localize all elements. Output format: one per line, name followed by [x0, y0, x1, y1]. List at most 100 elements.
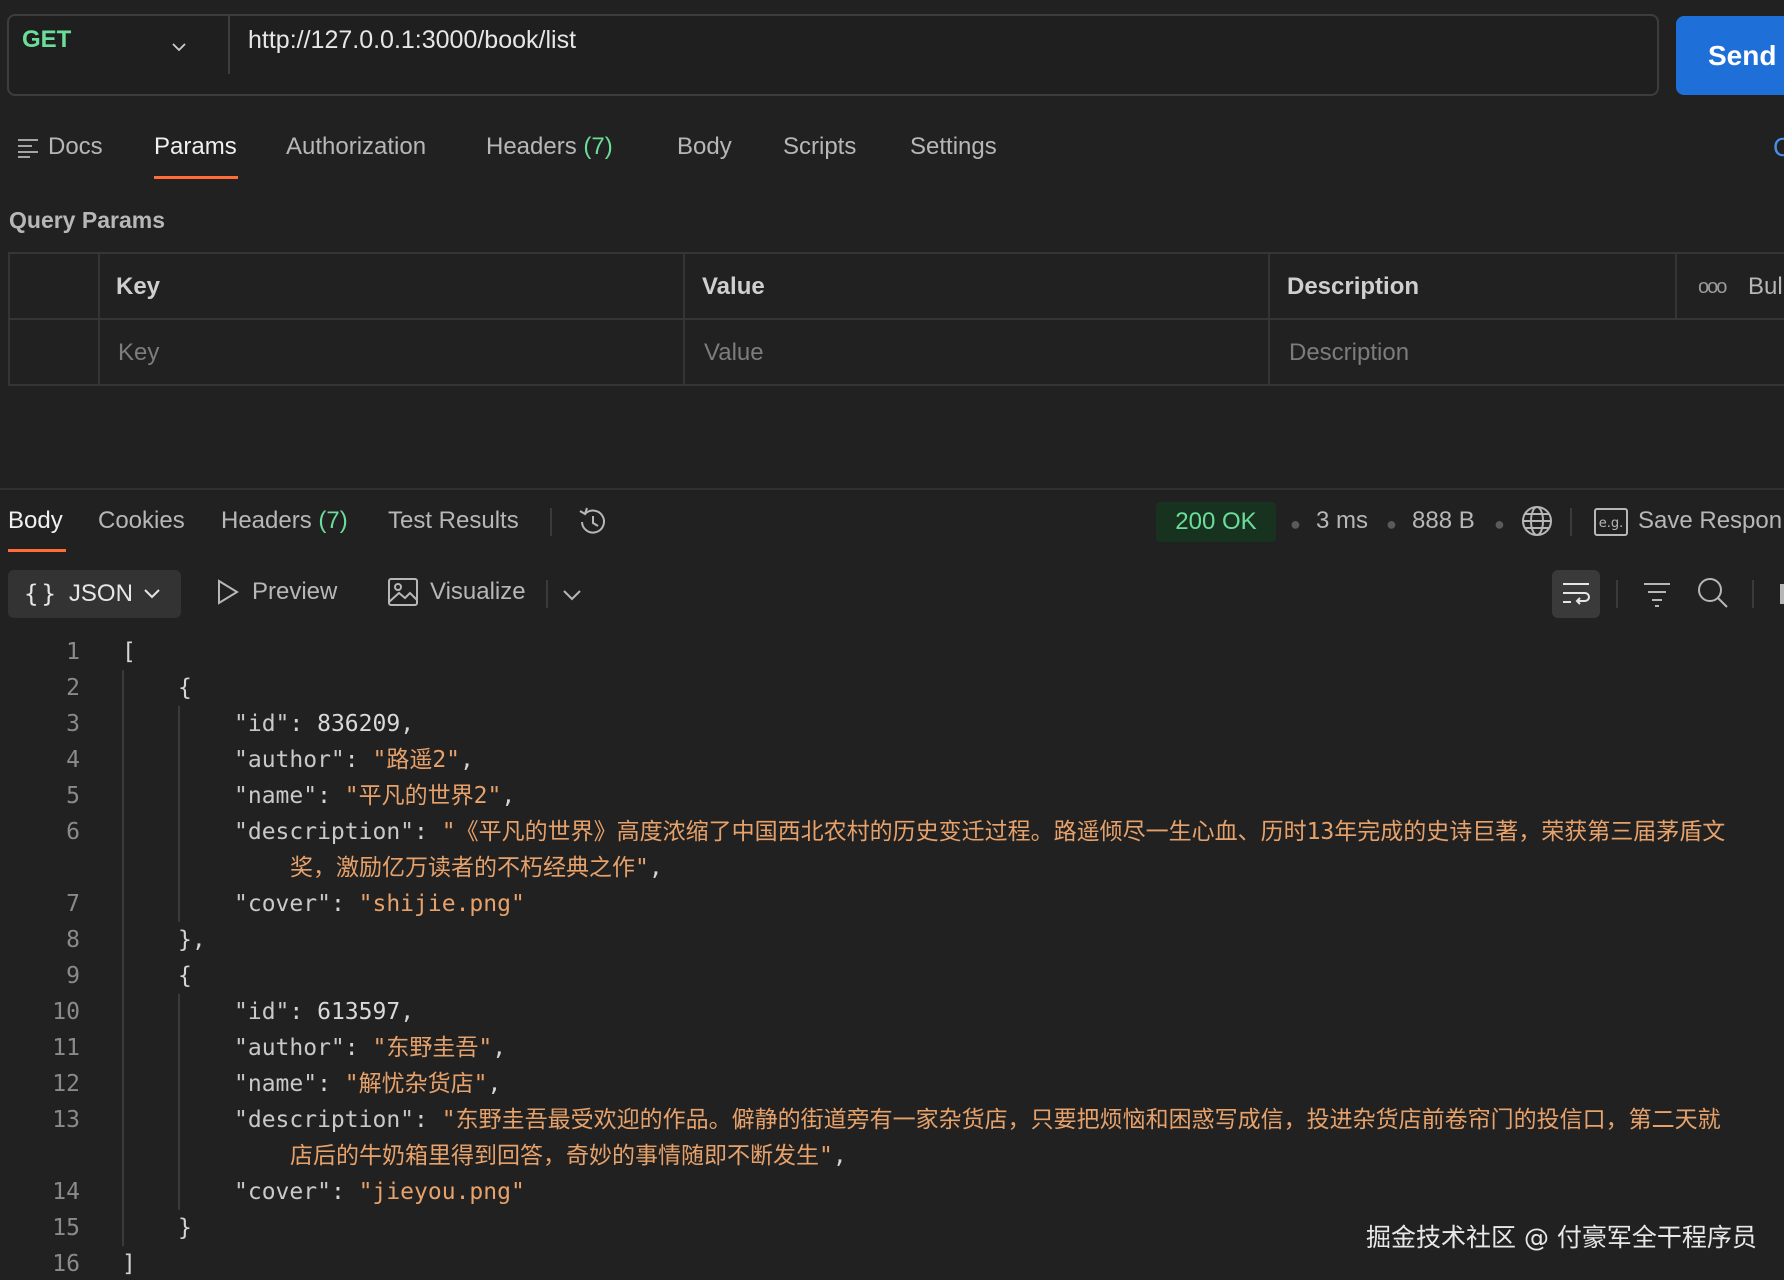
- filter-icon[interactable]: [1642, 580, 1672, 608]
- search-icon[interactable]: [1696, 576, 1730, 610]
- status-badge[interactable]: 200 OK: [1156, 502, 1276, 542]
- json-key: "id": [234, 711, 290, 737]
- send-button[interactable]: Send: [1676, 16, 1784, 95]
- code-text: "cover": "shijie.png": [234, 886, 525, 922]
- json-punctuation: :: [414, 819, 442, 845]
- response-tab-cookies[interactable]: Cookies: [98, 507, 185, 535]
- send-label: Send: [1708, 39, 1777, 71]
- line-number: 3: [66, 711, 80, 737]
- code-text: 店后的牛奶箱里得到回答，奇妙的事情随即不断发生",: [290, 1138, 847, 1174]
- wrap-lines-button[interactable]: [1552, 570, 1600, 618]
- response-headers-count: (7): [318, 507, 348, 534]
- code-text: {: [178, 958, 192, 994]
- tab-headers[interactable]: Headers (7): [486, 133, 613, 161]
- response-size[interactable]: 888 B: [1412, 507, 1475, 535]
- tab-body[interactable]: Body: [677, 133, 732, 161]
- more-options-icon[interactable]: ooo: [1698, 276, 1727, 299]
- code-text: },: [178, 922, 206, 958]
- active-tab-indicator: [8, 549, 66, 552]
- json-key: "author": [234, 747, 345, 773]
- line-number: 4: [66, 747, 80, 773]
- method-select[interactable]: GET: [22, 26, 71, 54]
- pane-divider[interactable]: [0, 488, 1784, 490]
- json-punctuation: {: [178, 675, 192, 701]
- tab-params[interactable]: Params: [154, 133, 237, 161]
- json-punctuation: ,: [460, 747, 474, 773]
- json-key: "id": [234, 999, 290, 1025]
- json-punctuation: :: [317, 1071, 345, 1097]
- response-tab-body[interactable]: Body: [8, 507, 63, 535]
- key-input[interactable]: Key: [118, 339, 159, 367]
- separator-dot: ●: [1494, 514, 1505, 534]
- chevron-down-icon[interactable]: [562, 588, 582, 602]
- history-icon[interactable]: [576, 505, 610, 539]
- indent-guide: [178, 706, 180, 922]
- json-punctuation: :: [344, 747, 373, 773]
- url-input[interactable]: http://127.0.0.1:3000/book/list: [248, 26, 576, 55]
- json-value: "路遥2": [372, 747, 461, 773]
- table-col-divider: [1268, 252, 1270, 386]
- json-punctuation: ,: [648, 855, 663, 881]
- indent-guide: [122, 670, 124, 1246]
- description-input[interactable]: Description: [1289, 339, 1409, 367]
- docs-icon[interactable]: [17, 138, 39, 158]
- code-text: }: [178, 1210, 192, 1246]
- code-text: "name": "解忧杂货店",: [234, 1066, 501, 1102]
- save-response-button[interactable]: Save Respon: [1638, 507, 1782, 535]
- url-divider: [228, 14, 230, 74]
- svg-text:e.g.: e.g.: [1599, 516, 1624, 531]
- format-label: JSON: [68, 580, 133, 607]
- example-icon[interactable]: e.g.: [1594, 508, 1628, 536]
- json-punctuation: ]: [122, 1251, 136, 1277]
- globe-icon[interactable]: [1520, 504, 1554, 538]
- json-key: "cover": [234, 891, 331, 917]
- active-tab-indicator: [154, 176, 238, 179]
- toolbar-separator: [1616, 580, 1618, 608]
- json-key: "description": [234, 819, 415, 845]
- braces-icon: {}: [24, 580, 59, 608]
- response-tab-headers-label: Headers: [221, 507, 312, 534]
- json-value: "shijie.png": [358, 891, 525, 917]
- line-number: 8: [66, 927, 80, 953]
- cookies-link[interactable]: C: [1773, 132, 1784, 163]
- json-value: "平凡的世界2": [344, 783, 502, 809]
- value-input[interactable]: Value: [704, 339, 764, 367]
- tab-docs[interactable]: Docs: [48, 133, 103, 161]
- response-tab-test-results[interactable]: Test Results: [388, 507, 519, 535]
- json-key: "name": [234, 1071, 318, 1097]
- toolbar-separator: [550, 508, 552, 536]
- image-icon: [388, 578, 418, 606]
- response-time[interactable]: 3 ms: [1316, 507, 1368, 535]
- line-number: 1: [66, 639, 80, 665]
- line-number: 9: [66, 963, 80, 989]
- json-value: "解忧杂货店": [344, 1071, 488, 1097]
- json-punctuation: }: [178, 1215, 192, 1241]
- line-number: 2: [66, 675, 80, 701]
- code-text: "cover": "jieyou.png": [234, 1174, 525, 1210]
- code-text: {: [178, 670, 192, 706]
- play-icon: [218, 579, 239, 605]
- json-value: 613597: [317, 999, 401, 1025]
- visualize-button[interactable]: Visualize: [388, 578, 526, 606]
- json-value: 奖，激励亿万读者的不朽经典之作": [290, 855, 649, 881]
- json-punctuation: :: [289, 711, 318, 737]
- visualize-label: Visualize: [430, 578, 526, 605]
- line-number: 7: [66, 891, 80, 917]
- format-select[interactable]: {} JSON: [8, 570, 181, 618]
- code-text: "author": "路遥2",: [234, 742, 474, 778]
- table-col-divider: [98, 252, 100, 386]
- column-header-key: Key: [116, 273, 161, 300]
- line-number: 12: [52, 1071, 80, 1097]
- tab-settings[interactable]: Settings: [910, 133, 997, 161]
- preview-button[interactable]: Preview: [216, 578, 337, 606]
- bulk-edit-link[interactable]: Bul: [1748, 273, 1783, 301]
- tab-scripts[interactable]: Scripts: [783, 133, 856, 161]
- tab-authorization[interactable]: Authorization: [286, 133, 426, 161]
- json-punctuation: :: [317, 783, 345, 809]
- copy-icon[interactable]: [1780, 584, 1784, 604]
- column-header-description: Description: [1287, 273, 1420, 300]
- response-tab-headers[interactable]: Headers (7): [221, 507, 348, 535]
- chevron-down-icon[interactable]: [172, 40, 186, 54]
- response-body-editor[interactable]: 1 [2 {3 "id": 836209, 4 "author": "路遥2", 5 "nam…: [0, 634, 1784, 1280]
- json-punctuation: :: [344, 1035, 373, 1061]
